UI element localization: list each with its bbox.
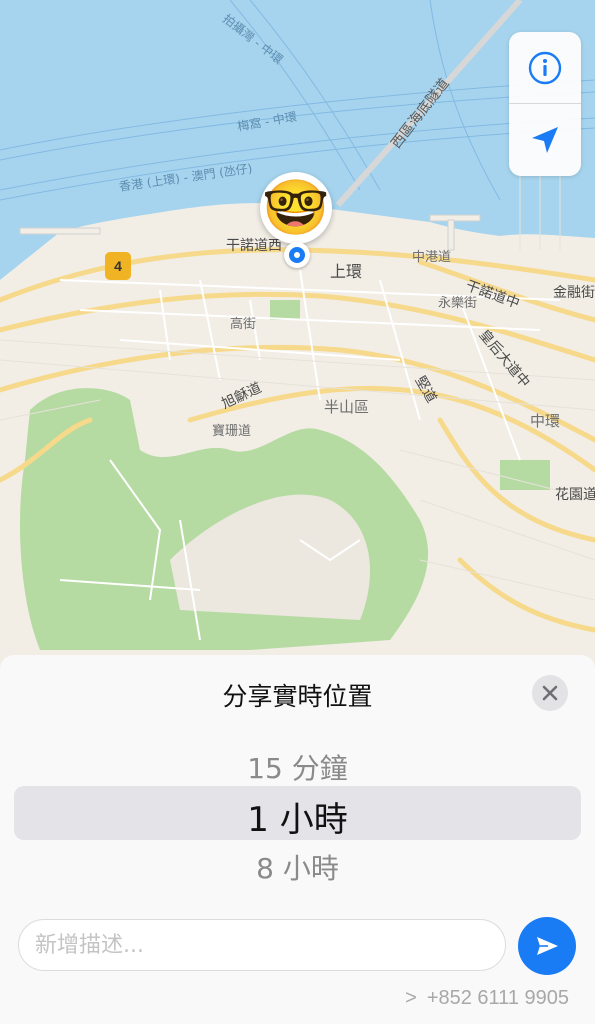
duration-option-1h-selected[interactable]: 1 小時 (0, 792, 595, 841)
location-arrow-icon (532, 127, 558, 153)
close-icon (542, 685, 558, 701)
duration-option-8h[interactable]: 8 小時 (0, 847, 595, 887)
route-number-badge: 4 (105, 252, 131, 280)
info-icon (528, 51, 562, 85)
map-canvas (0, 0, 595, 660)
map-controls (509, 32, 581, 176)
map-info-button[interactable] (509, 32, 581, 104)
send-icon (537, 937, 558, 955)
map-label-po-shan: 寶珊道 (212, 424, 252, 439)
locate-me-button[interactable] (509, 104, 581, 176)
user-avatar-marker[interactable]: 🤓 (260, 172, 332, 244)
map-label-sheung-wan: 上環 (330, 262, 363, 281)
recipient-phone-number: +852 6111 9905 (426, 987, 569, 1009)
current-location-dot (284, 242, 310, 268)
duration-option-15min[interactable]: 15 分鐘 (0, 747, 595, 787)
map-label-financial: 金融街 (553, 285, 595, 301)
close-button[interactable] (532, 675, 568, 711)
recipient-phone-row[interactable]: > +852 6111 9905 (405, 987, 569, 1010)
map-label-high-street: 高街 (230, 317, 257, 332)
map-label-mid-levels: 半山區 (324, 398, 370, 416)
map-view[interactable]: 拍攝灣 - 中環 梅窩 - 中環 香港 (上環) - 澳門 (氹仔) 西區海底隧… (0, 0, 595, 660)
send-button[interactable] (518, 917, 576, 975)
map-label-central: 中環 (530, 412, 561, 430)
share-location-sheet: 分享實時位置 15 分鐘 1 小時 8 小時 > +852 6111 9905 (0, 655, 595, 1024)
chevron-right-icon: > (405, 987, 417, 1009)
map-label-wing-lok: 永樂街 (438, 296, 478, 311)
sheet-title: 分享實時位置 (222, 682, 373, 711)
map-label-garden-road: 花園道 (555, 487, 595, 503)
description-input[interactable] (18, 919, 506, 971)
map-label-chung-kong: 中港道 (412, 250, 452, 265)
